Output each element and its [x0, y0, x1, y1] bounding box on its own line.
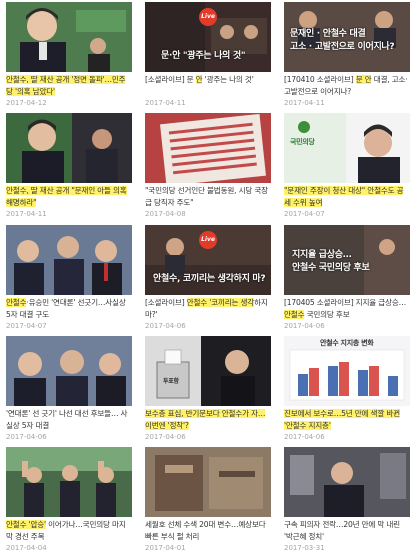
thumbnail-image — [6, 336, 132, 406]
video-date: 2017-04-11 — [6, 210, 47, 218]
video-card[interactable]: 국민의당 "문재인 주장이 청산 대상" 안철수도 공세 수위 높여 2017-… — [284, 113, 410, 221]
video-date: 2017-04-06 — [145, 322, 186, 330]
live-badge: Live — [199, 8, 217, 26]
thumbnail-caption: 문·안 "광주는 나의 것" — [161, 51, 246, 61]
thumbnail-image — [284, 113, 410, 183]
video-date: 2017-04-06 — [6, 433, 47, 441]
video-thumbnail[interactable] — [6, 225, 132, 295]
video-title[interactable]: [소셜라이브] 문 안 '광주는 나의 것' — [145, 74, 271, 98]
thumbnail-caption: 투표함 — [163, 378, 179, 385]
video-thumbnail[interactable]: 국민의당 — [284, 113, 410, 183]
video-date: 2017-04-06 — [284, 433, 325, 441]
video-date: 2017-04-06 — [145, 433, 186, 441]
title-suffix: 국민의당 후보 — [304, 310, 350, 319]
video-card[interactable]: 안철수, 딸 재산 공개 "문재인 아들 의혹 해명하라" 2017-04-11 — [6, 113, 132, 221]
video-card[interactable]: "국민의당 선거인단 불법동원, 시당 국장급 당직자 주도" 2017-04-… — [145, 113, 271, 221]
video-title[interactable]: 보수층 표심, 반기문보다 안철수가 자…이번엔 '정착'? — [145, 408, 271, 432]
video-title[interactable]: 안철수, 딸 재산 공개 '정면 돌파'…민주당 '의혹 남았다' — [6, 74, 132, 98]
video-title[interactable]: [소셜라이브] 안철수 '코끼리는 생각하지 마?' — [145, 297, 271, 321]
video-thumbnail[interactable] — [6, 447, 132, 517]
video-date: 2017-04-12 — [6, 99, 47, 107]
video-card[interactable]: 안철수·유승민 '연대론' 선긋기…사실상 5자 대결 구도 2017-04-0… — [6, 225, 132, 333]
thumbnail-image — [145, 447, 271, 517]
video-thumbnail[interactable] — [284, 447, 410, 517]
thumbnail-caption: 국민의당 — [290, 138, 315, 146]
thumbnail-caption: 지지율 급상승… 안철수 국민의당 후보 — [292, 250, 370, 273]
video-title[interactable]: [170405 소셜라이브] 지지율 급상승…안철수 국민의당 후보 — [284, 297, 410, 321]
video-card[interactable]: 안철수, 딸 재산 공개 '정면 돌파'…민주당 '의혹 남았다' 2017-0… — [6, 2, 132, 110]
thumbnail-image — [6, 113, 132, 183]
video-thumbnail[interactable] — [6, 2, 132, 72]
video-title[interactable]: '연대론' 선 긋기' 나선 대선 후보들… 사실상 5자 대결 — [6, 408, 132, 432]
video-card[interactable]: 안철수 지지층 변화 진보에서 보수로…5년 만에 색깔 바뀐 '안철수 지지층… — [284, 336, 410, 444]
video-date: 2017-04-11 — [145, 99, 186, 107]
video-thumbnail[interactable] — [145, 113, 271, 183]
video-date: 2017-04-07 — [6, 322, 47, 330]
thumbnail-caption: 안철수 지지층 변화 — [320, 339, 374, 347]
title-prefix: [170405 소셜라이브] 지지율 급상승… — [284, 298, 406, 307]
video-thumbnail[interactable] — [145, 447, 271, 517]
thumbnail-caption: 문재인 · 안철수 대결 고소 · 고발전으로 이어지나? — [290, 29, 395, 52]
video-thumbnail[interactable]: Live 안철수, 코끼리는 생각하지 마? — [145, 225, 271, 295]
thumbnail-caption: 안철수, 코끼리는 생각하지 마? — [153, 274, 266, 284]
video-title[interactable]: [170410 소셜라이브] 문 안 대결, 고소·고발전으로 이어지나? — [284, 74, 410, 98]
video-title[interactable]: 진보에서 보수로…5년 만에 색깔 바뀐 '안철수 지지층' — [284, 408, 410, 432]
video-card[interactable]: 투표함 보수층 표심, 반기문보다 안철수가 자…이번엔 '정착'? 2017-… — [145, 336, 271, 444]
video-date: 2017-04-06 — [284, 322, 325, 330]
thumbnail-image — [145, 336, 271, 406]
video-date: 2017-04-01 — [145, 544, 186, 552]
video-card[interactable]: 구속 피의자 전락…20년 만에 막 내린 '박근혜 정치' 2017-03-3… — [284, 447, 410, 555]
video-card[interactable]: Live 문·안 "광주는 나의 것" [소셜라이브] 문 안 '광주는 나의 … — [145, 2, 271, 110]
video-thumbnail[interactable]: 투표함 — [145, 336, 271, 406]
thumbnail-image — [145, 113, 271, 183]
video-thumbnail[interactable]: 안철수 지지층 변화 — [284, 336, 410, 406]
video-grid: 안철수, 딸 재산 공개 '정면 돌파'…민주당 '의혹 남았다' 2017-0… — [0, 0, 420, 554]
video-title[interactable]: 구속 피의자 전락…20년 만에 막 내린 '박근혜 정치' — [284, 519, 410, 543]
live-badge: Live — [199, 231, 217, 249]
title-prefix: [170410 소셜라이브] — [284, 75, 356, 84]
thumbnail-image — [6, 225, 132, 295]
video-title[interactable]: 안철수, 딸 재산 공개 "문재인 아들 의혹 해명하라" — [6, 185, 132, 209]
video-date: 2017-04-04 — [6, 544, 47, 552]
video-thumbnail[interactable]: 문재인 · 안철수 대결 고소 · 고발전으로 이어지나? — [284, 2, 410, 72]
video-date: 2017-04-07 — [284, 210, 325, 218]
title-suffix: '광주는 나의 것' — [202, 75, 254, 84]
thumbnail-image — [6, 447, 132, 517]
video-thumbnail[interactable] — [6, 336, 132, 406]
video-thumbnail[interactable] — [6, 113, 132, 183]
video-card[interactable]: 안철수 '압승' 이어가나…국민의당 마지막 경선 주목 2017-04-04 — [6, 447, 132, 555]
thumbnail-image — [284, 447, 410, 517]
video-card[interactable]: 지지율 급상승… 안철수 국민의당 후보 [170405 소셜라이브] 지지율 … — [284, 225, 410, 333]
video-title[interactable]: 안철수·유승민 '연대론' 선긋기…사실상 5자 대결 구도 — [6, 297, 132, 321]
video-title[interactable]: 세월호 선체 수색 20대 변수…예상보다 빠른 부식 펄 처리 — [145, 519, 271, 543]
video-date: 2017-04-11 — [284, 99, 325, 107]
thumbnail-image — [6, 2, 132, 72]
title-prefix: [소셜라이브] 문 — [145, 75, 196, 84]
video-thumbnail[interactable]: 지지율 급상승… 안철수 국민의당 후보 — [284, 225, 410, 295]
video-thumbnail[interactable]: Live 문·안 "광주는 나의 것" — [145, 2, 271, 72]
video-date: 2017-04-08 — [145, 210, 186, 218]
video-title[interactable]: 안철수 '압승' 이어가나…국민의당 마지막 경선 주목 — [6, 519, 132, 543]
video-card[interactable]: Live 안철수, 코끼리는 생각하지 마? [소셜라이브] 안철수 '코끼리는… — [145, 225, 271, 333]
video-card[interactable]: 세월호 선체 수색 20대 변수…예상보다 빠른 부식 펄 처리 2017-04… — [145, 447, 271, 555]
video-title[interactable]: "국민의당 선거인단 불법동원, 시당 국장급 당직자 주도" — [145, 185, 271, 209]
title-prefix: [소셜라이브] — [145, 298, 187, 307]
video-date: 2017-03-31 — [284, 544, 325, 552]
video-title[interactable]: "문재인 주장이 청산 대상" 안철수도 공세 수위 높여 — [284, 185, 410, 209]
video-card[interactable]: '연대론' 선 긋기' 나선 대선 후보들… 사실상 5자 대결 2017-04… — [6, 336, 132, 444]
video-card[interactable]: 문재인 · 안철수 대결 고소 · 고발전으로 이어지나? [170410 소셜… — [284, 2, 410, 110]
